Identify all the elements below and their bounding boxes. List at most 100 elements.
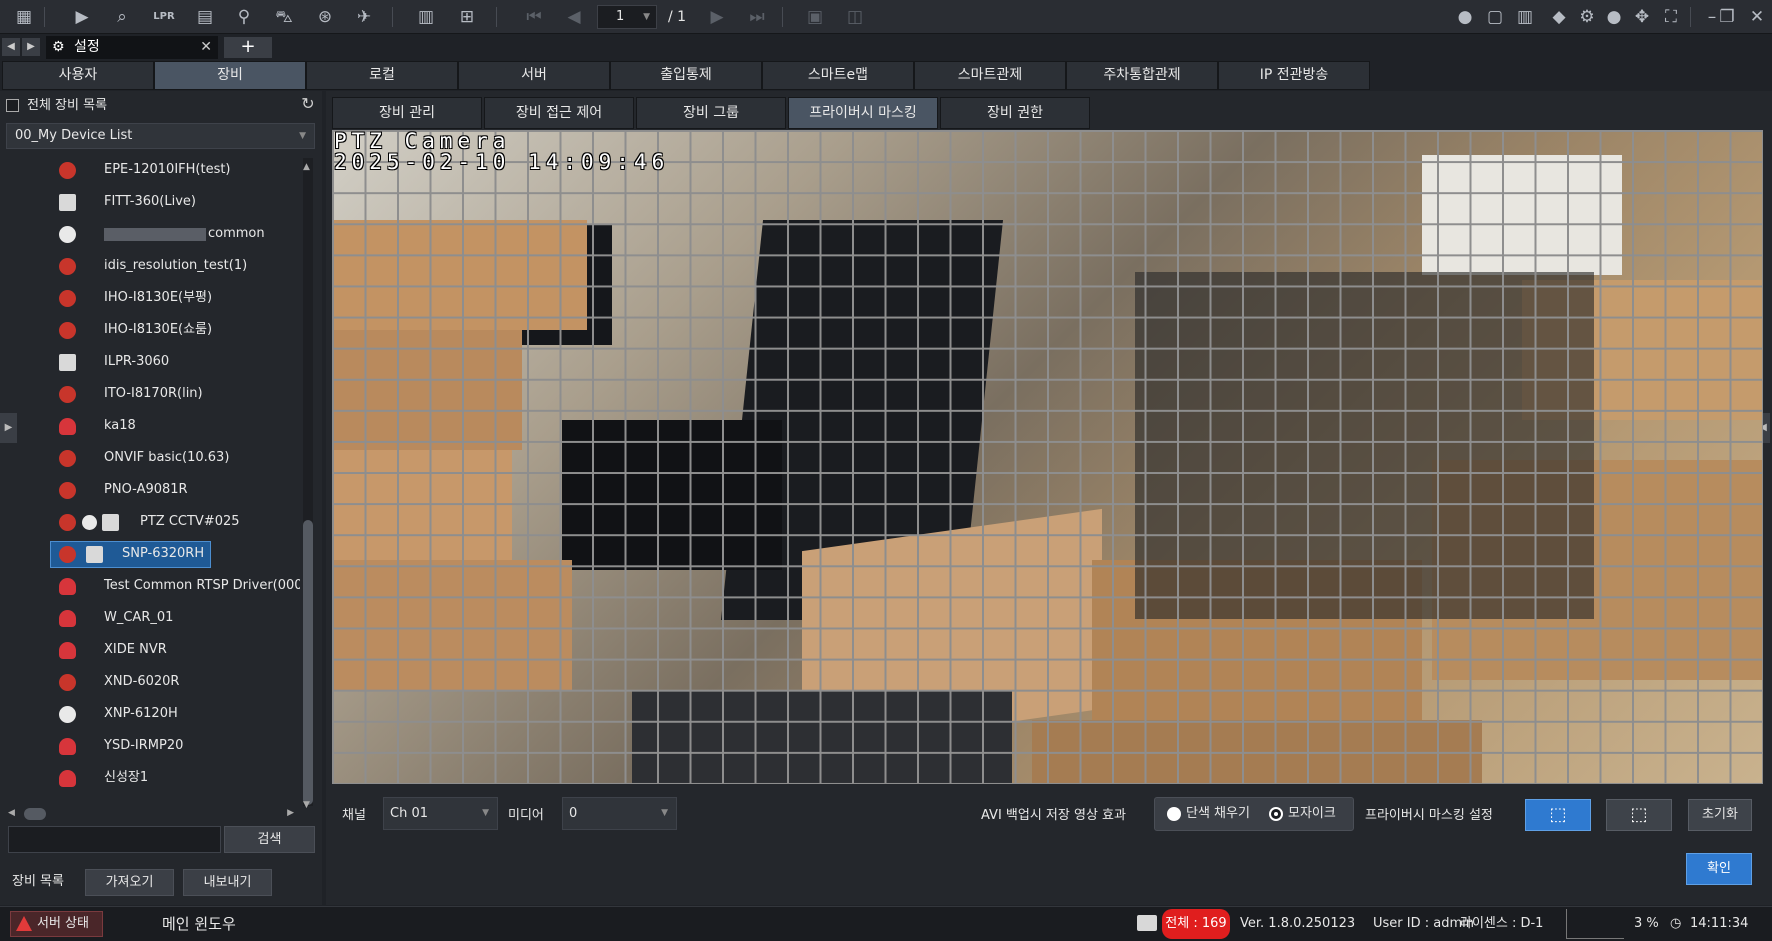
tab-server[interactable]: 서버 <box>458 61 610 90</box>
device-search-input[interactable] <box>8 826 221 853</box>
scroll-down-icon[interactable]: ▼ <box>303 800 310 810</box>
device-item[interactable]: XND-6020R <box>0 667 300 697</box>
search-button[interactable]: 검색 <box>224 826 315 853</box>
device-item[interactable]: PTZ CCTV#025 <box>0 507 300 537</box>
last-page-icon[interactable]: ⏭ <box>745 5 769 29</box>
prev-page-icon[interactable]: ◀ <box>562 5 586 29</box>
device-item[interactable]: ONVIF basic(10.63) <box>0 443 300 473</box>
reset-button[interactable]: 초기화 <box>1688 799 1752 831</box>
tab-ip-broadcast[interactable]: IP 전관방송 <box>1218 61 1370 90</box>
main-window-label[interactable]: 메인 윈도우 <box>162 912 236 936</box>
snapshot-icon[interactable]: ▣ <box>803 5 827 29</box>
device-item-selected[interactable]: SNP-6320RH <box>0 539 300 569</box>
confirm-button[interactable]: 확인 <box>1686 853 1752 885</box>
calendar-icon[interactable]: ▤ <box>193 5 217 29</box>
solid-fill-radio[interactable] <box>1167 807 1181 821</box>
scroll-left-icon[interactable]: ◀ <box>8 808 15 818</box>
fullscreen-icon[interactable]: ⛶ <box>1659 5 1683 29</box>
device-list-select[interactable]: 00_My Device List ▼ <box>6 123 315 149</box>
next-page-icon[interactable]: ▶ <box>705 5 729 29</box>
device-item[interactable]: idis_resolution_test(1) <box>0 251 300 281</box>
media-select[interactable]: 0 ▼ <box>562 797 677 830</box>
alarm-icon[interactable]: ◆ <box>1547 5 1571 29</box>
horizontal-scrollbar[interactable]: ◀ ▶ <box>8 806 294 822</box>
device-item[interactable]: PNO-A9081R <box>0 475 300 505</box>
mosaic-label[interactable]: 모자이크 <box>1288 804 1336 824</box>
solid-fill-label[interactable]: 단색 채우기 <box>1186 804 1250 824</box>
tab-parking-control[interactable]: 주차통합관제 <box>1066 61 1218 90</box>
page-number-input[interactable]: 1 ▼ <box>597 5 657 29</box>
device-name: ka18 <box>104 418 136 433</box>
map-search-icon[interactable]: ⊛ <box>313 5 337 29</box>
device-item[interactable]: YSD-IRMP20 <box>0 731 300 761</box>
device-item[interactable]: W_CAR_01 <box>0 603 300 633</box>
tab-access-control[interactable]: 출입통제 <box>610 61 762 90</box>
vehicle-icon[interactable]: ⛍ <box>272 5 296 29</box>
channel-select[interactable]: Ch 01 ▼ <box>383 797 498 830</box>
panel-collapse-icon[interactable]: ▶ <box>0 413 17 443</box>
tab-device[interactable]: 장비 <box>154 61 306 90</box>
scroll-up-icon[interactable]: ▲ <box>303 162 310 172</box>
close-icon[interactable]: ✕ <box>1745 5 1769 29</box>
server-status-button[interactable]: 서버 상태 <box>10 911 103 937</box>
tab-scroll-right-icon[interactable]: ▶ <box>22 38 40 56</box>
device-item[interactable]: XIDE NVR <box>0 635 300 665</box>
checkbox-icon[interactable] <box>6 99 19 112</box>
device-item[interactable]: Test Common RTSP Driver(000)( <box>0 571 300 601</box>
record-icon[interactable]: ◫ <box>843 5 867 29</box>
mask-grid[interactable] <box>332 130 1763 784</box>
device-item[interactable]: IHO-I8130E(부평) <box>0 283 300 313</box>
camera-video-view[interactable]: PTZ Camera 2025-02-10 14:09:46 <box>332 130 1763 784</box>
message-icon[interactable]: ▢ <box>1483 5 1507 29</box>
person-search-icon[interactable]: ⚲ <box>232 5 256 29</box>
first-page-icon[interactable]: ⏮ <box>522 5 546 29</box>
device-item[interactable]: ka18 <box>0 411 300 441</box>
lock-icon[interactable]: ▥ <box>1513 5 1537 29</box>
scroll-right-icon[interactable]: ▶ <box>287 808 294 818</box>
tab-device-group[interactable]: 장비 그룹 <box>636 97 786 129</box>
all-devices-checkbox[interactable]: 전체 장비 목록 <box>6 96 107 116</box>
tab-device-management[interactable]: 장비 관리 <box>332 97 482 129</box>
tab-scroll-left-icon[interactable]: ◀ <box>2 38 20 56</box>
device-item[interactable]: EPE-12010IFH(test) <box>0 155 300 185</box>
device-item[interactable]: FITT-360(Live) <box>0 187 300 217</box>
device-alert-icon[interactable] <box>1137 915 1157 931</box>
chat-icon[interactable]: ● <box>1453 5 1477 29</box>
add-mask-button[interactable]: ⬚ <box>1525 799 1591 831</box>
tab-local[interactable]: 로컬 <box>306 61 458 90</box>
grid-menu-icon[interactable]: ▦ <box>12 5 36 29</box>
import-button[interactable]: 가져오기 <box>85 869 174 896</box>
tab-user[interactable]: 사용자 <box>2 61 154 90</box>
layout-icon[interactable]: ▥ <box>414 5 438 29</box>
device-item[interactable]: XNP-6120H <box>0 699 300 729</box>
device-item[interactable]: ITO-I8170R(lin) <box>0 379 300 409</box>
tree-scrollbar-thumb[interactable] <box>303 520 313 805</box>
restore-icon[interactable]: ❐ <box>1715 5 1739 29</box>
broadcast-icon[interactable]: ✈ <box>352 5 376 29</box>
live-view-icon[interactable]: ▶ <box>70 5 94 29</box>
tab-smart-control[interactable]: 스마트관제 <box>914 61 1066 90</box>
export-button[interactable]: 내보내기 <box>183 869 272 896</box>
close-icon[interactable]: ✕ <box>200 36 212 59</box>
add-tab-button[interactable]: + <box>224 37 272 58</box>
refresh-icon[interactable]: ↻ <box>298 94 318 114</box>
device-item[interactable]: IHO-I8130E(쇼룸) <box>0 315 300 345</box>
tab-device-permission[interactable]: 장비 권한 <box>940 97 1090 129</box>
tab-smart-emap[interactable]: 스마트e맵 <box>762 61 914 90</box>
settings-window-tab[interactable]: ⚙ 설정 ✕ <box>46 36 218 59</box>
mosaic-radio[interactable] <box>1269 807 1283 821</box>
move-icon[interactable]: ✥ <box>1630 5 1654 29</box>
remove-mask-button[interactable]: ⬚ <box>1606 799 1672 831</box>
user-icon[interactable]: ● <box>1602 5 1626 29</box>
device-item[interactable]: 신성장1 <box>0 763 300 793</box>
lpr-icon[interactable]: LPR <box>152 5 176 29</box>
device-item[interactable]: common <box>0 219 300 249</box>
tab-device-access-control[interactable]: 장비 접근 제어 <box>484 97 634 129</box>
device-item[interactable]: ILPR-3060 <box>0 347 300 377</box>
horizontal-scrollbar-thumb[interactable] <box>24 808 46 820</box>
playback-search-icon[interactable]: ⌕ <box>110 5 134 29</box>
add-screen-icon[interactable]: ⊞ <box>455 5 479 29</box>
tab-privacy-masking[interactable]: 프라이버시 마스킹 <box>788 97 938 129</box>
total-count-badge[interactable]: 전체 : 169 <box>1162 909 1230 939</box>
gear-icon[interactable]: ⚙ <box>1575 5 1599 29</box>
